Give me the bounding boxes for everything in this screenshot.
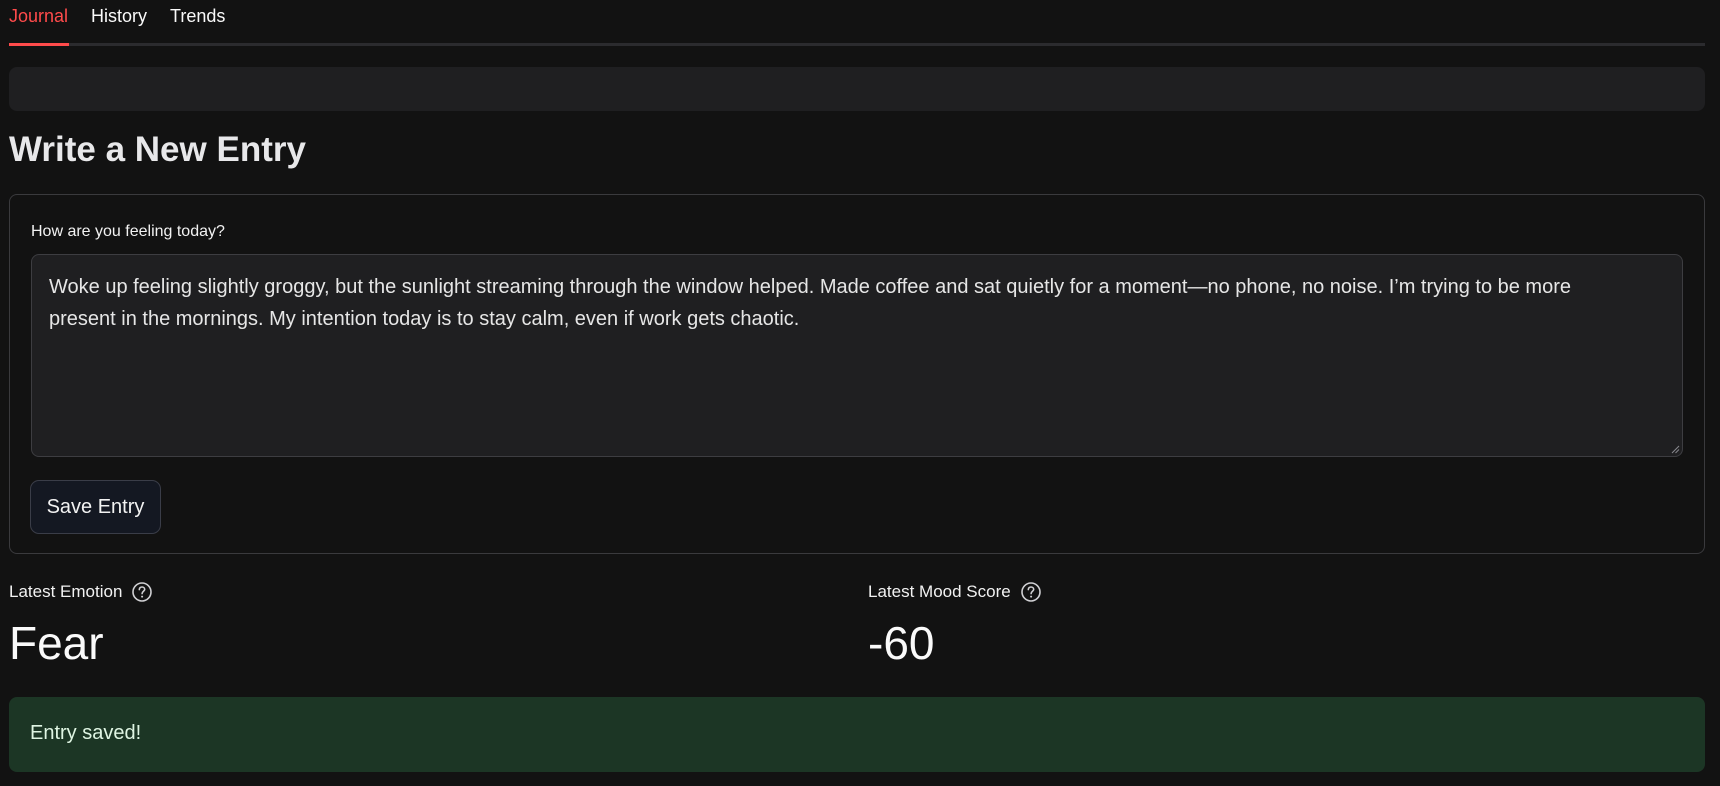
help-circle-icon[interactable] [131, 581, 153, 603]
metric-latest-emotion: Latest Emotion Fear [9, 580, 153, 668]
entry-form: How are you feeling today? Woke up feeli… [9, 194, 1705, 554]
success-alert: Entry saved! [9, 697, 1705, 772]
entry-textarea-value[interactable]: Woke up feeling slightly groggy, but the… [49, 271, 1642, 335]
tab-bar: Journal History Trends [9, 0, 1705, 46]
entry-textarea[interactable]: Woke up feeling slightly groggy, but the… [31, 254, 1683, 457]
help-circle-icon[interactable] [1020, 581, 1042, 603]
metric-label: Latest Emotion [9, 582, 123, 601]
page-title: Write a New Entry [9, 130, 306, 169]
tab-journal[interactable]: Journal [9, 6, 70, 46]
journal-page: Journal History Trends Write a New Entry… [0, 0, 1720, 786]
resize-handle-icon[interactable] [1670, 444, 1680, 454]
metric-label-row: Latest Emotion [9, 580, 153, 604]
tab-trends[interactable]: Trends [170, 6, 225, 43]
metric-value: Fear [9, 617, 104, 669]
metric-label-row: Latest Mood Score [868, 580, 1042, 604]
top-placeholder-bar [9, 67, 1705, 111]
metric-label: Latest Mood Score [868, 582, 1011, 601]
metric-value: -60 [868, 617, 935, 669]
metric-latest-mood-score: Latest Mood Score -60 [868, 580, 1042, 668]
save-entry-button[interactable]: Save Entry [30, 480, 161, 534]
alert-message: Entry saved! [30, 722, 142, 744]
entry-field-label: How are you feeling today? [31, 223, 225, 240]
tab-history[interactable]: History [91, 6, 147, 43]
